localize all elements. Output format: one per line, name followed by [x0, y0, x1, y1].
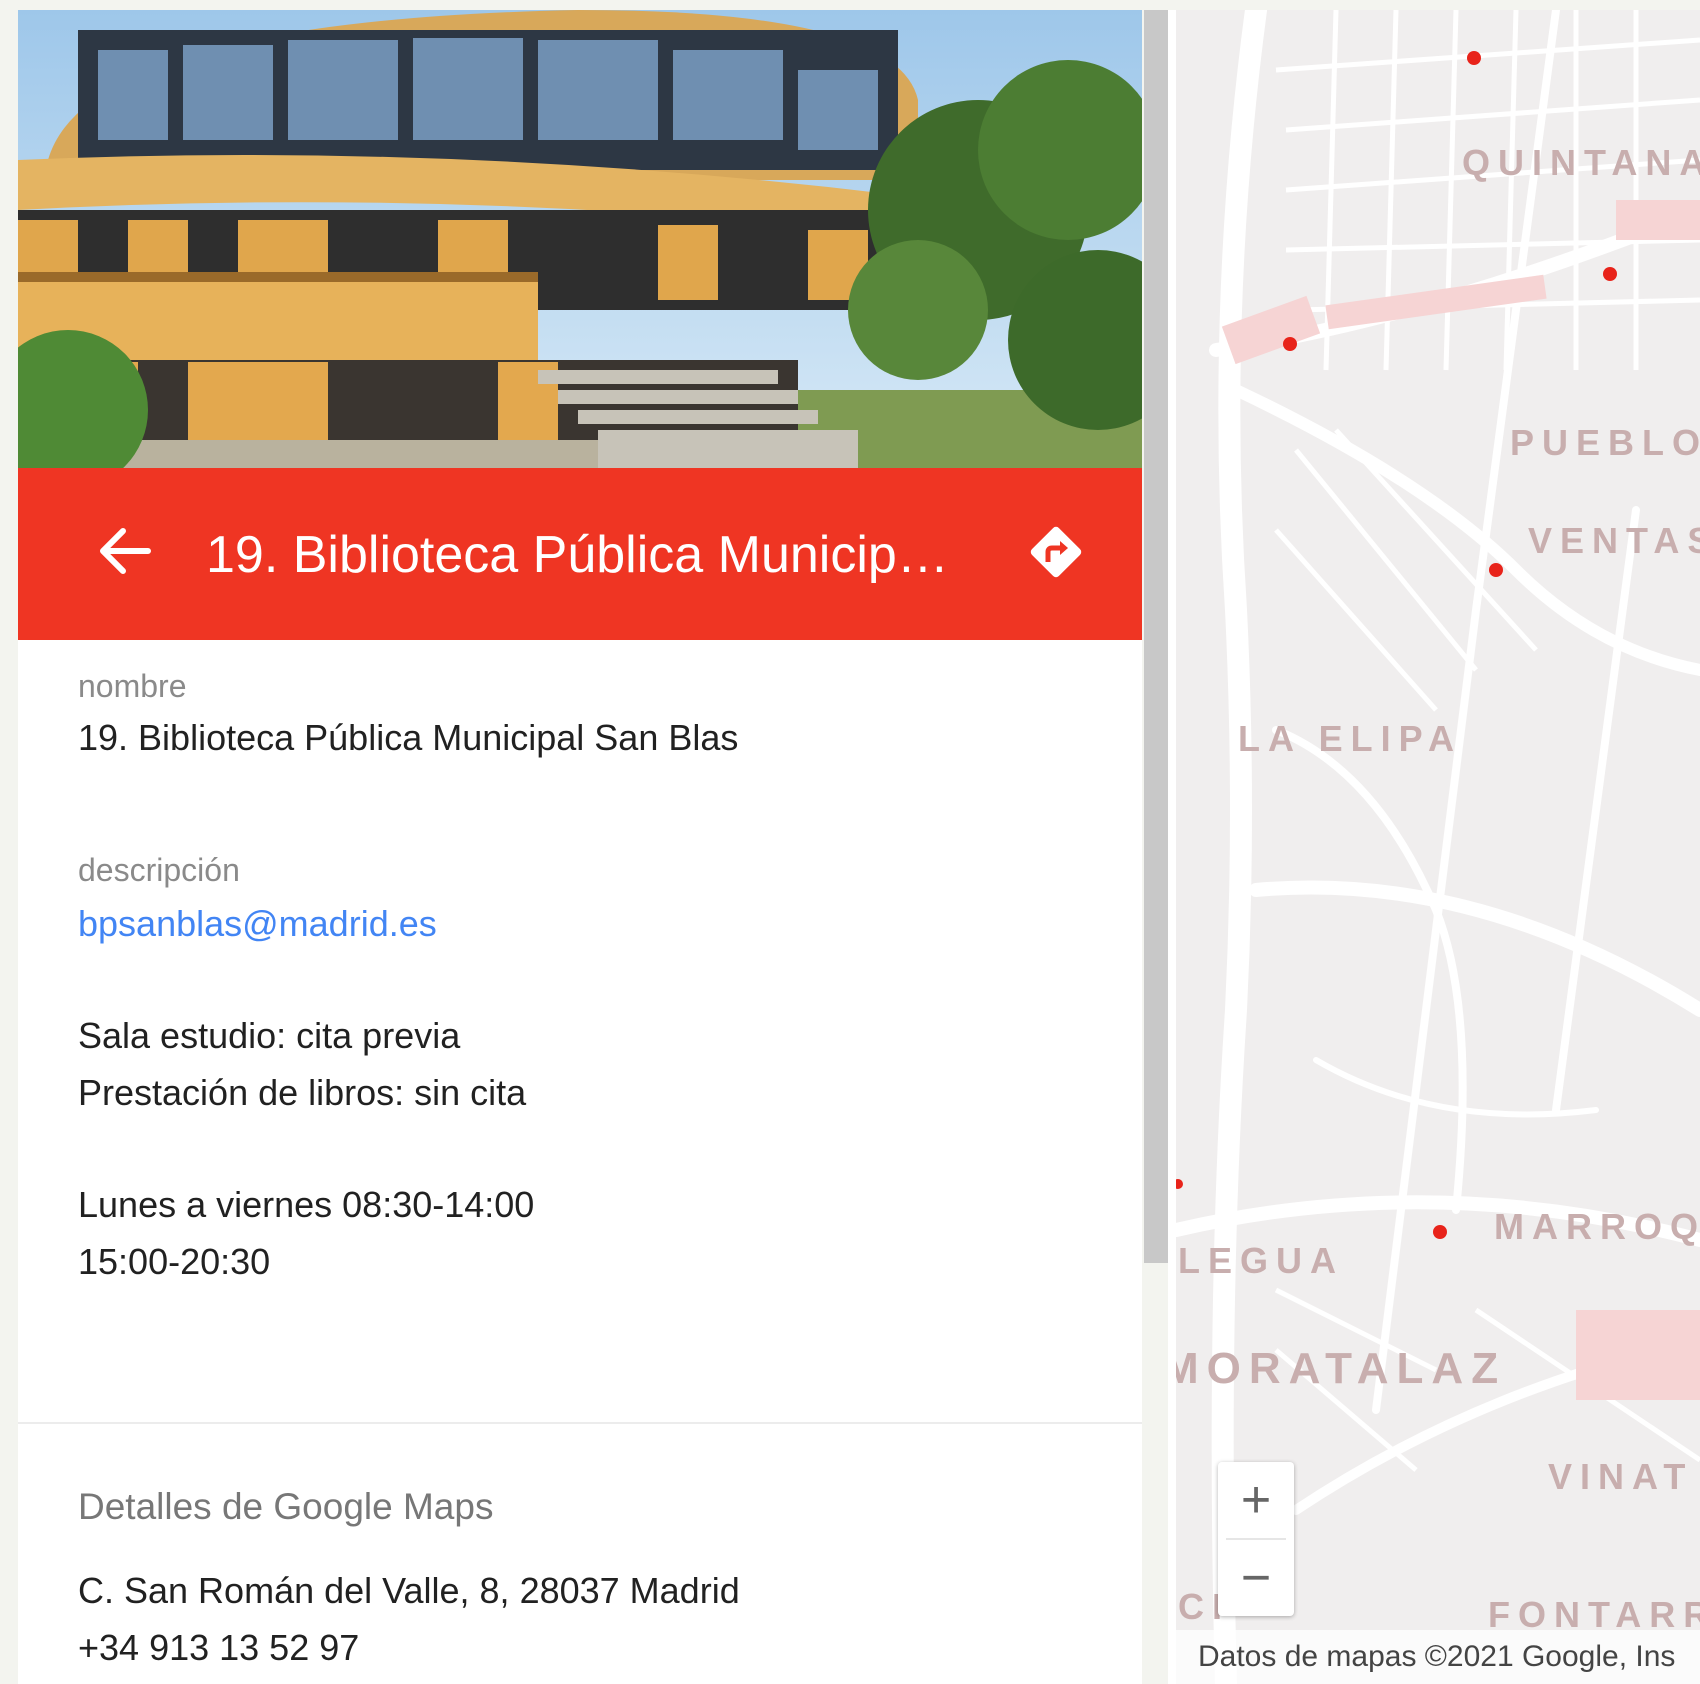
place-detail-panel: 19. Biblioteca Pública Municipal San Bla… [18, 10, 1142, 1684]
map-label-la-elipa: LA ELIPA [1238, 718, 1462, 759]
back-button[interactable] [80, 508, 170, 598]
description-line-1: Sala estudio: cita previa [78, 1015, 461, 1056]
name-value: 19. Biblioteca Pública Municipal San Bla… [78, 717, 739, 758]
google-details-title: Detalles de Google Maps [78, 1486, 494, 1527]
place-title-bar: 19. Biblioteca Pública Municipal San Bla… [18, 468, 1142, 640]
map-label-ventas: VENTAS [1528, 520, 1700, 561]
map-label-legua: LEGUA [1178, 1240, 1344, 1281]
map-attribution[interactable]: Datos de mapas ©2021 Google, Ins [1176, 1630, 1700, 1684]
map-label-moratalaz: MORATALAZ [1176, 1344, 1507, 1393]
directions-button[interactable] [1008, 506, 1104, 602]
zoom-control: + − [1218, 1462, 1294, 1616]
description-label: descripción [78, 852, 240, 888]
section-divider [18, 1422, 1142, 1424]
place-title: 19. Biblioteca Pública Municipal San Bla… [206, 526, 976, 584]
app-frame: 19. Biblioteca Pública Municipal San Bla… [18, 10, 1700, 1684]
address-value: C. San Román del Valle, 8, 28037 Madrid [78, 1570, 740, 1611]
map-label-vinat: VINAT [1548, 1456, 1694, 1497]
map-view[interactable]: QUINTANA PUEBLO VENTAS LA ELIPA MARROQ L… [1176, 10, 1700, 1684]
directions-icon [1024, 520, 1088, 589]
zoom-out-button[interactable]: − [1218, 1540, 1294, 1616]
map-label-quintana: QUINTANA [1462, 142, 1700, 183]
email-link[interactable]: bpsanblas@madrid.es [78, 896, 437, 952]
phone-value: +34 913 13 52 97 [78, 1627, 360, 1668]
zoom-in-button[interactable]: + [1218, 1462, 1294, 1538]
description-line-2: Prestación de libros: sin cita [78, 1072, 527, 1113]
map-label-pueblo: PUEBLO [1510, 422, 1700, 463]
panel-scrollbar[interactable] [1144, 10, 1168, 1263]
place-photo [18, 10, 1142, 468]
map-streets [1176, 10, 1700, 1684]
arrow-left-icon [99, 527, 151, 579]
name-label: nombre [78, 668, 187, 704]
hours-line-2: 15:00-20:30 [78, 1241, 271, 1282]
map-label-marroq: MARROQ [1494, 1206, 1700, 1247]
hours-line-1: Lunes a viernes 08:30-14:00 [78, 1184, 535, 1225]
panel-gutter [1168, 10, 1176, 1684]
